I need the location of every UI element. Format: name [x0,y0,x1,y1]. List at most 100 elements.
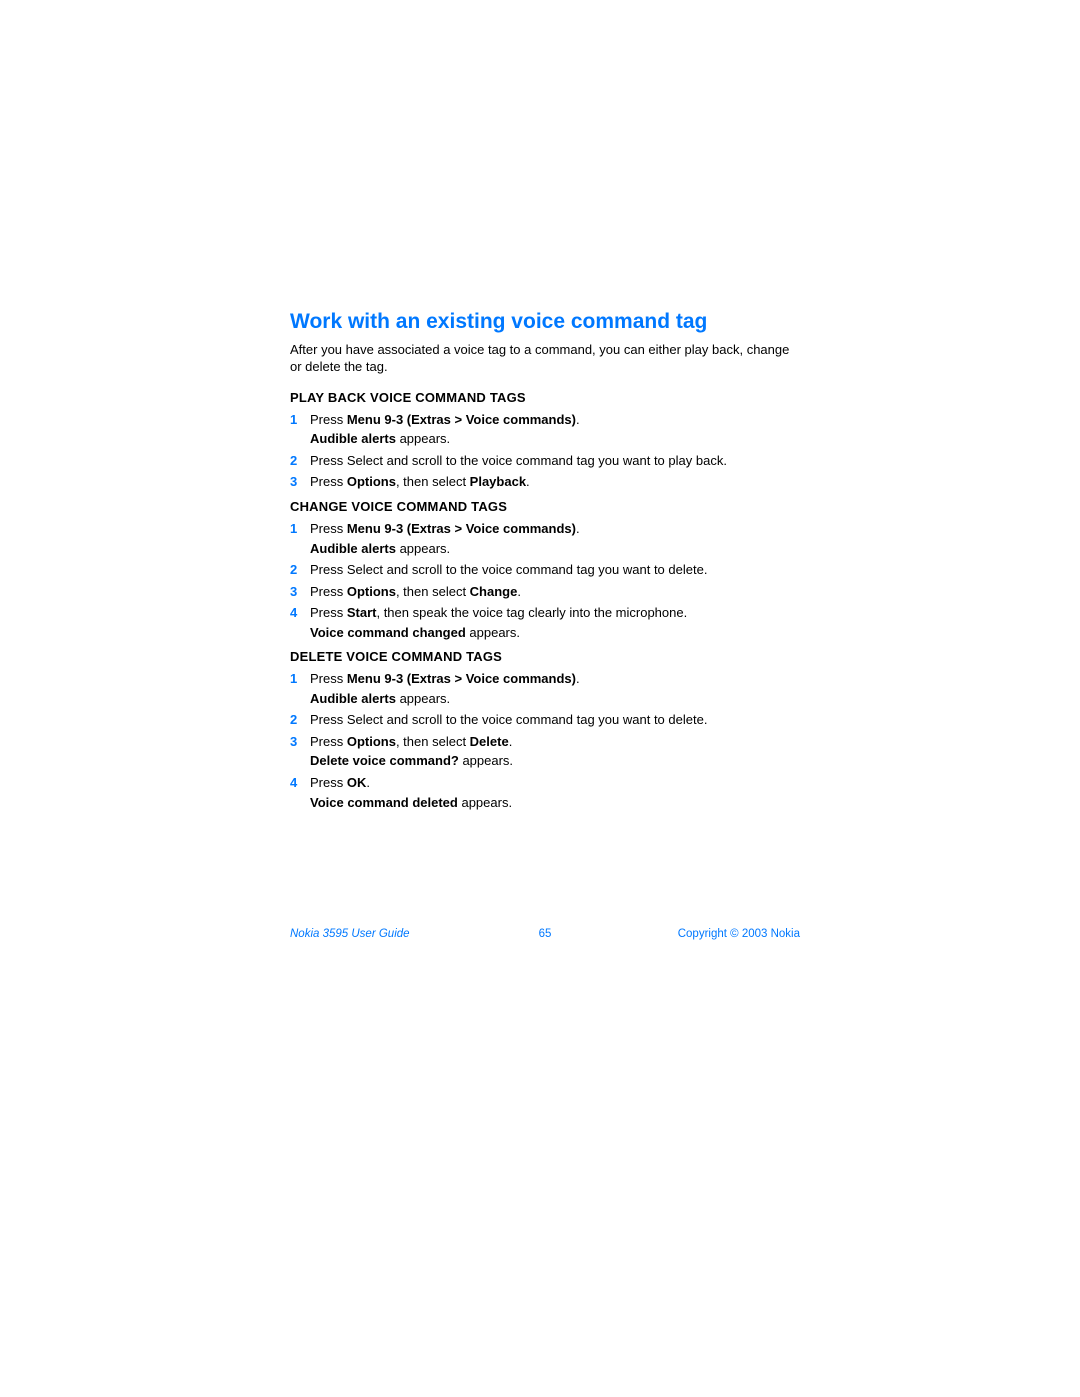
step-number: 1 [290,670,310,688]
section-heading: DELETE VOICE COMMAND TAGS [290,649,800,664]
footer-guide-name: Nokia 3595 User Guide [290,928,410,940]
text-fragment: Playback [470,474,526,489]
text-fragment: appears. [466,625,520,640]
text-fragment: Options [347,474,396,489]
section-heading: PLAY BACK VOICE COMMAND TAGS [290,390,800,405]
text-fragment: Press [310,734,347,749]
step-row: 3Press Options, then select Playback. [290,473,800,491]
step-body: Press Select and scroll to the voice com… [310,452,800,470]
page-content: Work with an existing voice command tag … [290,310,800,815]
step-number: 3 [290,733,310,751]
step-body: Press OK. Voice command deleted appears. [310,774,800,811]
footer-copyright: Copyright © 2003 Nokia [678,928,800,940]
text-fragment: Press Select and scroll to the voice com… [310,562,707,577]
step-line: Press Select and scroll to the voice com… [310,561,800,579]
text-fragment: Audible alerts [310,691,396,706]
text-fragment: appears. [458,795,512,810]
step-line: Press Options, then select Playback. [310,473,800,491]
text-fragment: OK [347,775,367,790]
step-row: 1Press Menu 9-3 (Extras > Voice commands… [290,411,800,448]
intro-paragraph: After you have associated a voice tag to… [290,342,800,376]
text-fragment: Options [347,584,396,599]
text-fragment: . [526,474,530,489]
text-fragment: . [576,521,580,536]
step-number: 2 [290,711,310,729]
step-number: 3 [290,583,310,601]
step-body: Press Select and scroll to the voice com… [310,711,800,729]
step-number: 4 [290,604,310,622]
step-line: Audible alerts appears. [310,690,800,708]
step-line: Audible alerts appears. [310,540,800,558]
text-fragment: Press [310,584,347,599]
text-fragment: Press Select and scroll to the voice com… [310,712,707,727]
step-line: Audible alerts appears. [310,430,800,448]
text-fragment: appears. [459,753,513,768]
text-fragment: Voice command deleted [310,795,458,810]
text-fragment: Press [310,671,347,686]
step-line: Press Start, then speak the voice tag cl… [310,604,800,622]
text-fragment: Press Select and scroll to the voice com… [310,453,727,468]
step-row: 2Press Select and scroll to the voice co… [290,711,800,729]
sections-container: PLAY BACK VOICE COMMAND TAGS1Press Menu … [290,390,800,811]
text-fragment: Press [310,412,347,427]
text-fragment: , then select [396,474,470,489]
step-line: Press Menu 9-3 (Extras > Voice commands)… [310,520,800,538]
page-footer: Nokia 3595 User Guide 65 Copyright © 200… [290,928,800,940]
text-fragment: appears. [396,541,450,556]
text-fragment: , then speak the voice tag clearly into … [376,605,687,620]
step-line: Press Select and scroll to the voice com… [310,711,800,729]
step-body: Press Options, then select Delete.Delete… [310,733,800,770]
step-body: Press Start, then speak the voice tag cl… [310,604,800,641]
text-fragment: . [366,775,370,790]
text-fragment: Start [347,605,377,620]
step-line: Voice command changed appears. [310,624,800,642]
step-line: Press Select and scroll to the voice com… [310,452,800,470]
step-body: Press Menu 9-3 (Extras > Voice commands)… [310,670,800,707]
text-fragment: Options [347,734,396,749]
step-line: Press Options, then select Delete. [310,733,800,751]
step-line: Delete voice command? appears. [310,752,800,770]
text-fragment: Press [310,775,347,790]
step-row: 3Press Options, then select Delete.Delet… [290,733,800,770]
text-fragment: Delete voice command? [310,753,459,768]
step-row: 3Press Options, then select Change. [290,583,800,601]
step-body: Press Select and scroll to the voice com… [310,561,800,579]
text-fragment: , then select [396,584,470,599]
text-fragment: Press [310,521,347,536]
text-fragment: Delete [470,734,509,749]
step-number: 1 [290,520,310,538]
text-fragment: , then select [396,734,470,749]
text-fragment: Menu 9-3 (Extras > Voice commands) [347,521,576,536]
step-row: 2Press Select and scroll to the voice co… [290,561,800,579]
step-line: Voice command deleted appears. [310,794,800,812]
step-number: 3 [290,473,310,491]
text-fragment: Change [470,584,518,599]
step-row: 1Press Menu 9-3 (Extras > Voice commands… [290,520,800,557]
step-line: Press Menu 9-3 (Extras > Voice commands)… [310,411,800,429]
text-fragment: Menu 9-3 (Extras > Voice commands) [347,671,576,686]
text-fragment: Audible alerts [310,541,396,556]
step-body: Press Menu 9-3 (Extras > Voice commands)… [310,411,800,448]
step-line: Press Options, then select Change. [310,583,800,601]
step-row: 2Press Select and scroll to the voice co… [290,452,800,470]
page-title: Work with an existing voice command tag [290,310,800,334]
text-fragment: Voice command changed [310,625,466,640]
step-row: 4Press Start, then speak the voice tag c… [290,604,800,641]
text-fragment: appears. [396,691,450,706]
text-fragment: Menu 9-3 (Extras > Voice commands) [347,412,576,427]
step-number: 2 [290,452,310,470]
text-fragment: appears. [396,431,450,446]
step-body: Press Options, then select Change. [310,583,800,601]
section-heading: CHANGE VOICE COMMAND TAGS [290,499,800,514]
step-body: Press Options, then select Playback. [310,473,800,491]
step-number: 2 [290,561,310,579]
step-number: 4 [290,774,310,792]
text-fragment: . [576,412,580,427]
step-body: Press Menu 9-3 (Extras > Voice commands)… [310,520,800,557]
text-fragment: Audible alerts [310,431,396,446]
text-fragment: . [509,734,513,749]
step-line: Press OK. [310,774,800,792]
step-line: Press Menu 9-3 (Extras > Voice commands)… [310,670,800,688]
text-fragment: Press [310,474,347,489]
text-fragment: Press [310,605,347,620]
